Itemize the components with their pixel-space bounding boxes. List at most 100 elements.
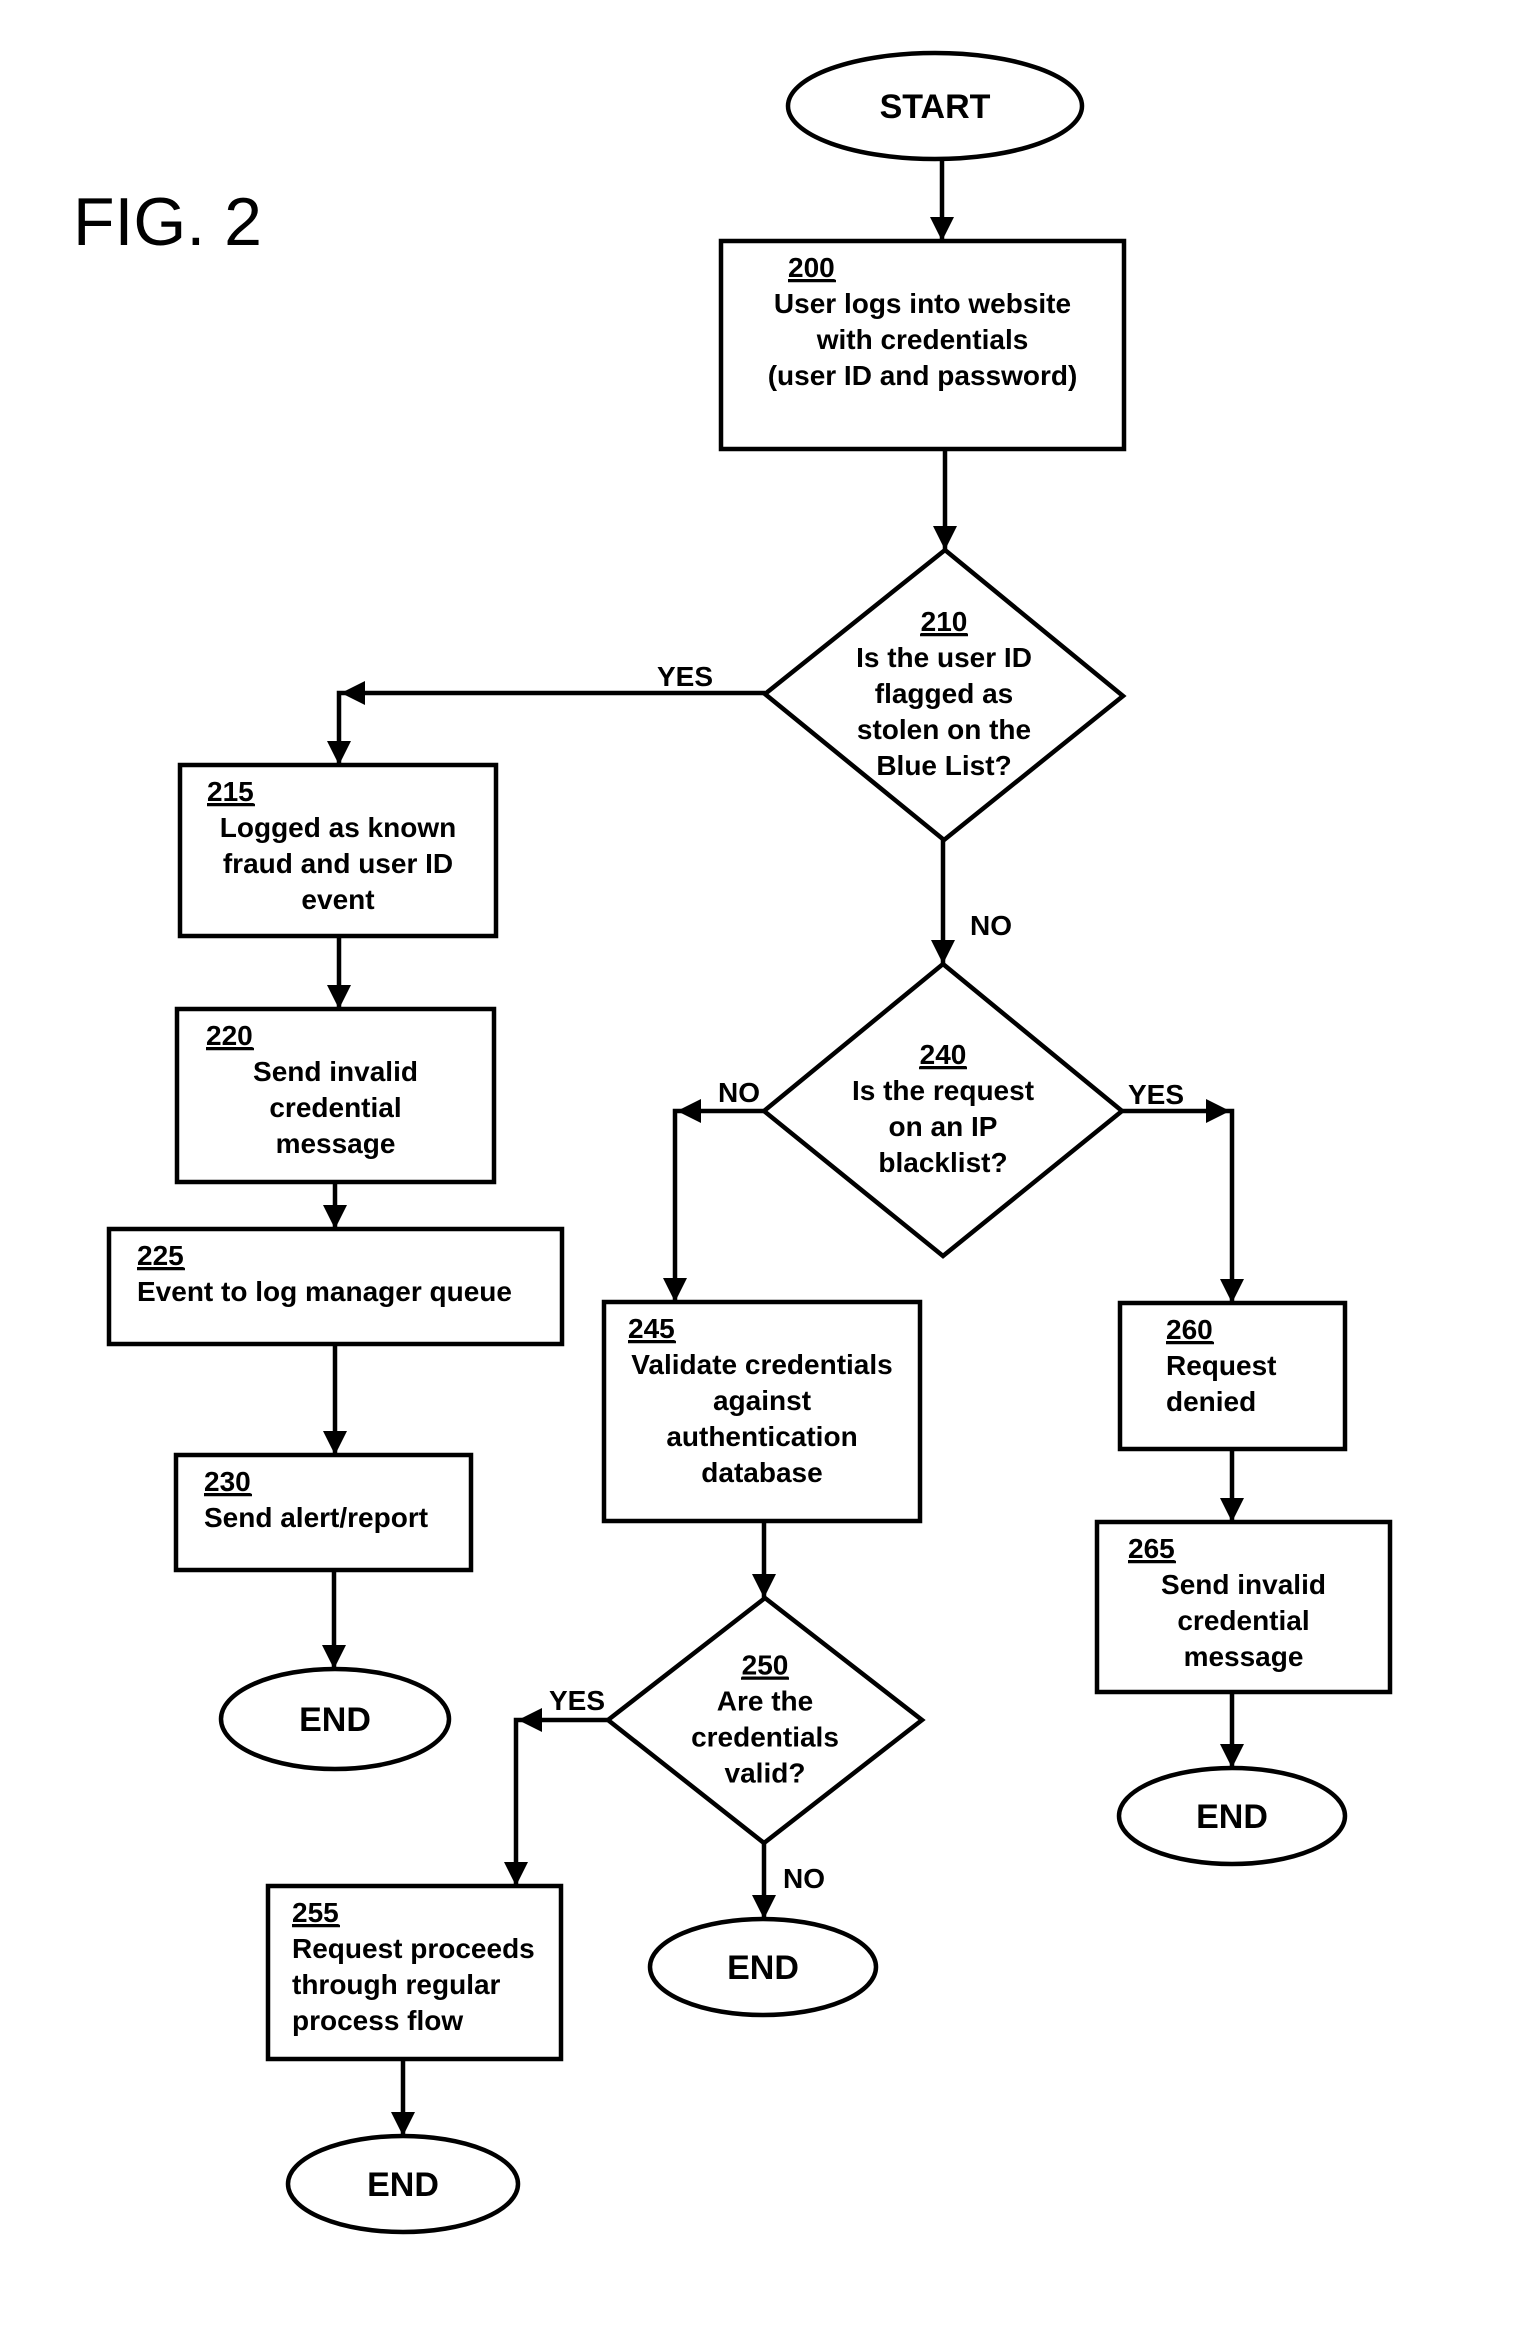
- step-number: 265: [1128, 1533, 1175, 1564]
- step-description-line: stolen on the: [857, 714, 1031, 745]
- process-step-245: 245 Validate credentials against authentica…: [601, 1299, 923, 1524]
- arrow-head-icon: [677, 1099, 701, 1123]
- step-description-line: with credentials: [816, 324, 1029, 355]
- step-description-line: Logged as known: [220, 812, 456, 843]
- figure-title: FIG. 2: [73, 184, 262, 260]
- step-description-line: Send invalid: [1161, 1569, 1326, 1600]
- step-number: 230: [204, 1466, 251, 1497]
- step-description-line: against: [713, 1385, 811, 1416]
- step-number: 220: [206, 1020, 253, 1051]
- arrow-head-icon: [933, 526, 957, 550]
- arrow-head-icon: [341, 681, 365, 705]
- terminal-label: START: [880, 88, 991, 126]
- step-description-line: Request proceeds: [292, 1933, 535, 1964]
- step-description-line: blacklist?: [878, 1147, 1007, 1178]
- step-description-line: credential: [1177, 1605, 1309, 1636]
- process-step-265: 265 Send invalid credential message: [1094, 1519, 1393, 1695]
- edge-label-no: NO: [970, 910, 1012, 941]
- arrow-head-icon: [391, 2112, 415, 2136]
- connector-line: [1122, 1108, 1235, 1303]
- process-step-230: 230 Send alert/report: [173, 1452, 474, 1573]
- step-description-line: Is the user ID: [856, 642, 1032, 673]
- terminal-end-end255: END: [285, 2133, 521, 2235]
- connector-n250-to-n255: [504, 1708, 608, 1886]
- terminal-start-start: START: [785, 50, 1085, 162]
- step-number: 255: [292, 1897, 339, 1928]
- connector-n215-to-n220: [327, 936, 351, 1009]
- step-number: 210: [921, 606, 968, 637]
- arrow-head-icon: [1220, 1744, 1244, 1768]
- step-description-line: fraud and user ID: [223, 848, 453, 879]
- step-description-line: Blue List?: [876, 750, 1011, 781]
- step-description-line: User logs into website: [774, 288, 1071, 319]
- connector-n250-to-end250: [752, 1843, 776, 1919]
- step-description-line: denied: [1166, 1386, 1256, 1417]
- process-step-260: 260 Request denied: [1117, 1300, 1348, 1452]
- terminal-label: END: [367, 2166, 439, 2204]
- arrow-head-icon: [323, 1205, 347, 1229]
- arrow-head-icon: [930, 217, 954, 241]
- connector-n260-to-n265: [1220, 1449, 1244, 1522]
- decision-diamond: [760, 961, 1126, 1259]
- step-number: 260: [1166, 1314, 1213, 1345]
- edge-label-yes: YES: [1128, 1079, 1184, 1110]
- step-number: 225: [137, 1240, 184, 1271]
- connector-n200-to-n210: [933, 449, 957, 550]
- decision-diamond: [604, 1595, 926, 1846]
- terminal-end-end265: END: [1116, 1765, 1348, 1867]
- arrow-head-icon: [663, 1278, 687, 1302]
- step-description-line: Event to log manager queue: [137, 1276, 512, 1307]
- edge-label-no: NO: [783, 1863, 825, 1894]
- connector-n255-to-end255: [391, 2059, 415, 2136]
- connector-line: [336, 690, 765, 765]
- arrow-head-icon: [1220, 1498, 1244, 1522]
- terminal-label: END: [727, 1949, 799, 1987]
- connector-line: [672, 1108, 764, 1302]
- decision-240: 240 Is the request on an IP blacklist?: [760, 961, 1126, 1259]
- connector-line: [513, 1717, 608, 1886]
- arrow-head-icon: [327, 985, 351, 1009]
- step-description-line: Validate credentials: [631, 1349, 892, 1380]
- step-description-line: credential: [269, 1092, 401, 1123]
- step-description-line: process flow: [292, 2005, 463, 2036]
- process-step-225: 225 Event to log manager queue: [106, 1226, 565, 1347]
- arrow-head-icon: [1206, 1099, 1230, 1123]
- step-number: 245: [628, 1313, 675, 1344]
- step-description-line: flagged as: [875, 678, 1013, 709]
- step-description-line: Are the: [717, 1686, 813, 1717]
- step-description-line: through regular: [292, 1969, 501, 2000]
- arrow-head-icon: [752, 1574, 776, 1598]
- step-description-line: valid?: [725, 1758, 806, 1789]
- step-number: 200: [788, 252, 835, 283]
- edge-label-yes: YES: [549, 1685, 605, 1716]
- arrow-head-icon: [931, 940, 955, 964]
- connector-n225-to-n230: [323, 1344, 347, 1455]
- step-description-line: event: [301, 884, 374, 915]
- arrow-head-icon: [1220, 1279, 1244, 1303]
- step-description-line: (user ID and password): [768, 360, 1078, 391]
- process-step-220: 220Send invalid credential message: [174, 1006, 497, 1185]
- process-step-215: 215 Logged as known fraud and user ID event: [177, 762, 499, 939]
- connector-start-to-n200: [930, 159, 954, 241]
- step-description-line: message: [1184, 1641, 1304, 1672]
- terminal-end-end230: END: [218, 1666, 452, 1772]
- connector-n230-to-end230: [322, 1570, 346, 1669]
- connector-n210-to-n215: [327, 681, 765, 765]
- arrow-head-icon: [504, 1862, 528, 1886]
- arrow-head-icon: [327, 741, 351, 765]
- step-description-line: Is the request: [852, 1075, 1034, 1106]
- step-description-line: Send invalid: [253, 1056, 418, 1087]
- arrow-head-icon: [322, 1645, 346, 1669]
- step-description-line: credentials: [691, 1722, 839, 1753]
- terminal-end-end250: END: [647, 1916, 879, 2018]
- edge-label-yes: YES: [657, 661, 713, 692]
- connector-n265-to-end265: [1220, 1692, 1244, 1768]
- connector-n210-to-n240: [931, 840, 955, 964]
- step-number: 215: [207, 776, 254, 807]
- step-description-line: database: [701, 1457, 822, 1488]
- step-number: 240: [920, 1039, 967, 1070]
- step-description-line: Send alert/report: [204, 1502, 428, 1533]
- step-number: 250: [742, 1650, 789, 1681]
- connector-n220-to-n225: [323, 1182, 347, 1229]
- step-description-line: on an IP: [889, 1111, 998, 1142]
